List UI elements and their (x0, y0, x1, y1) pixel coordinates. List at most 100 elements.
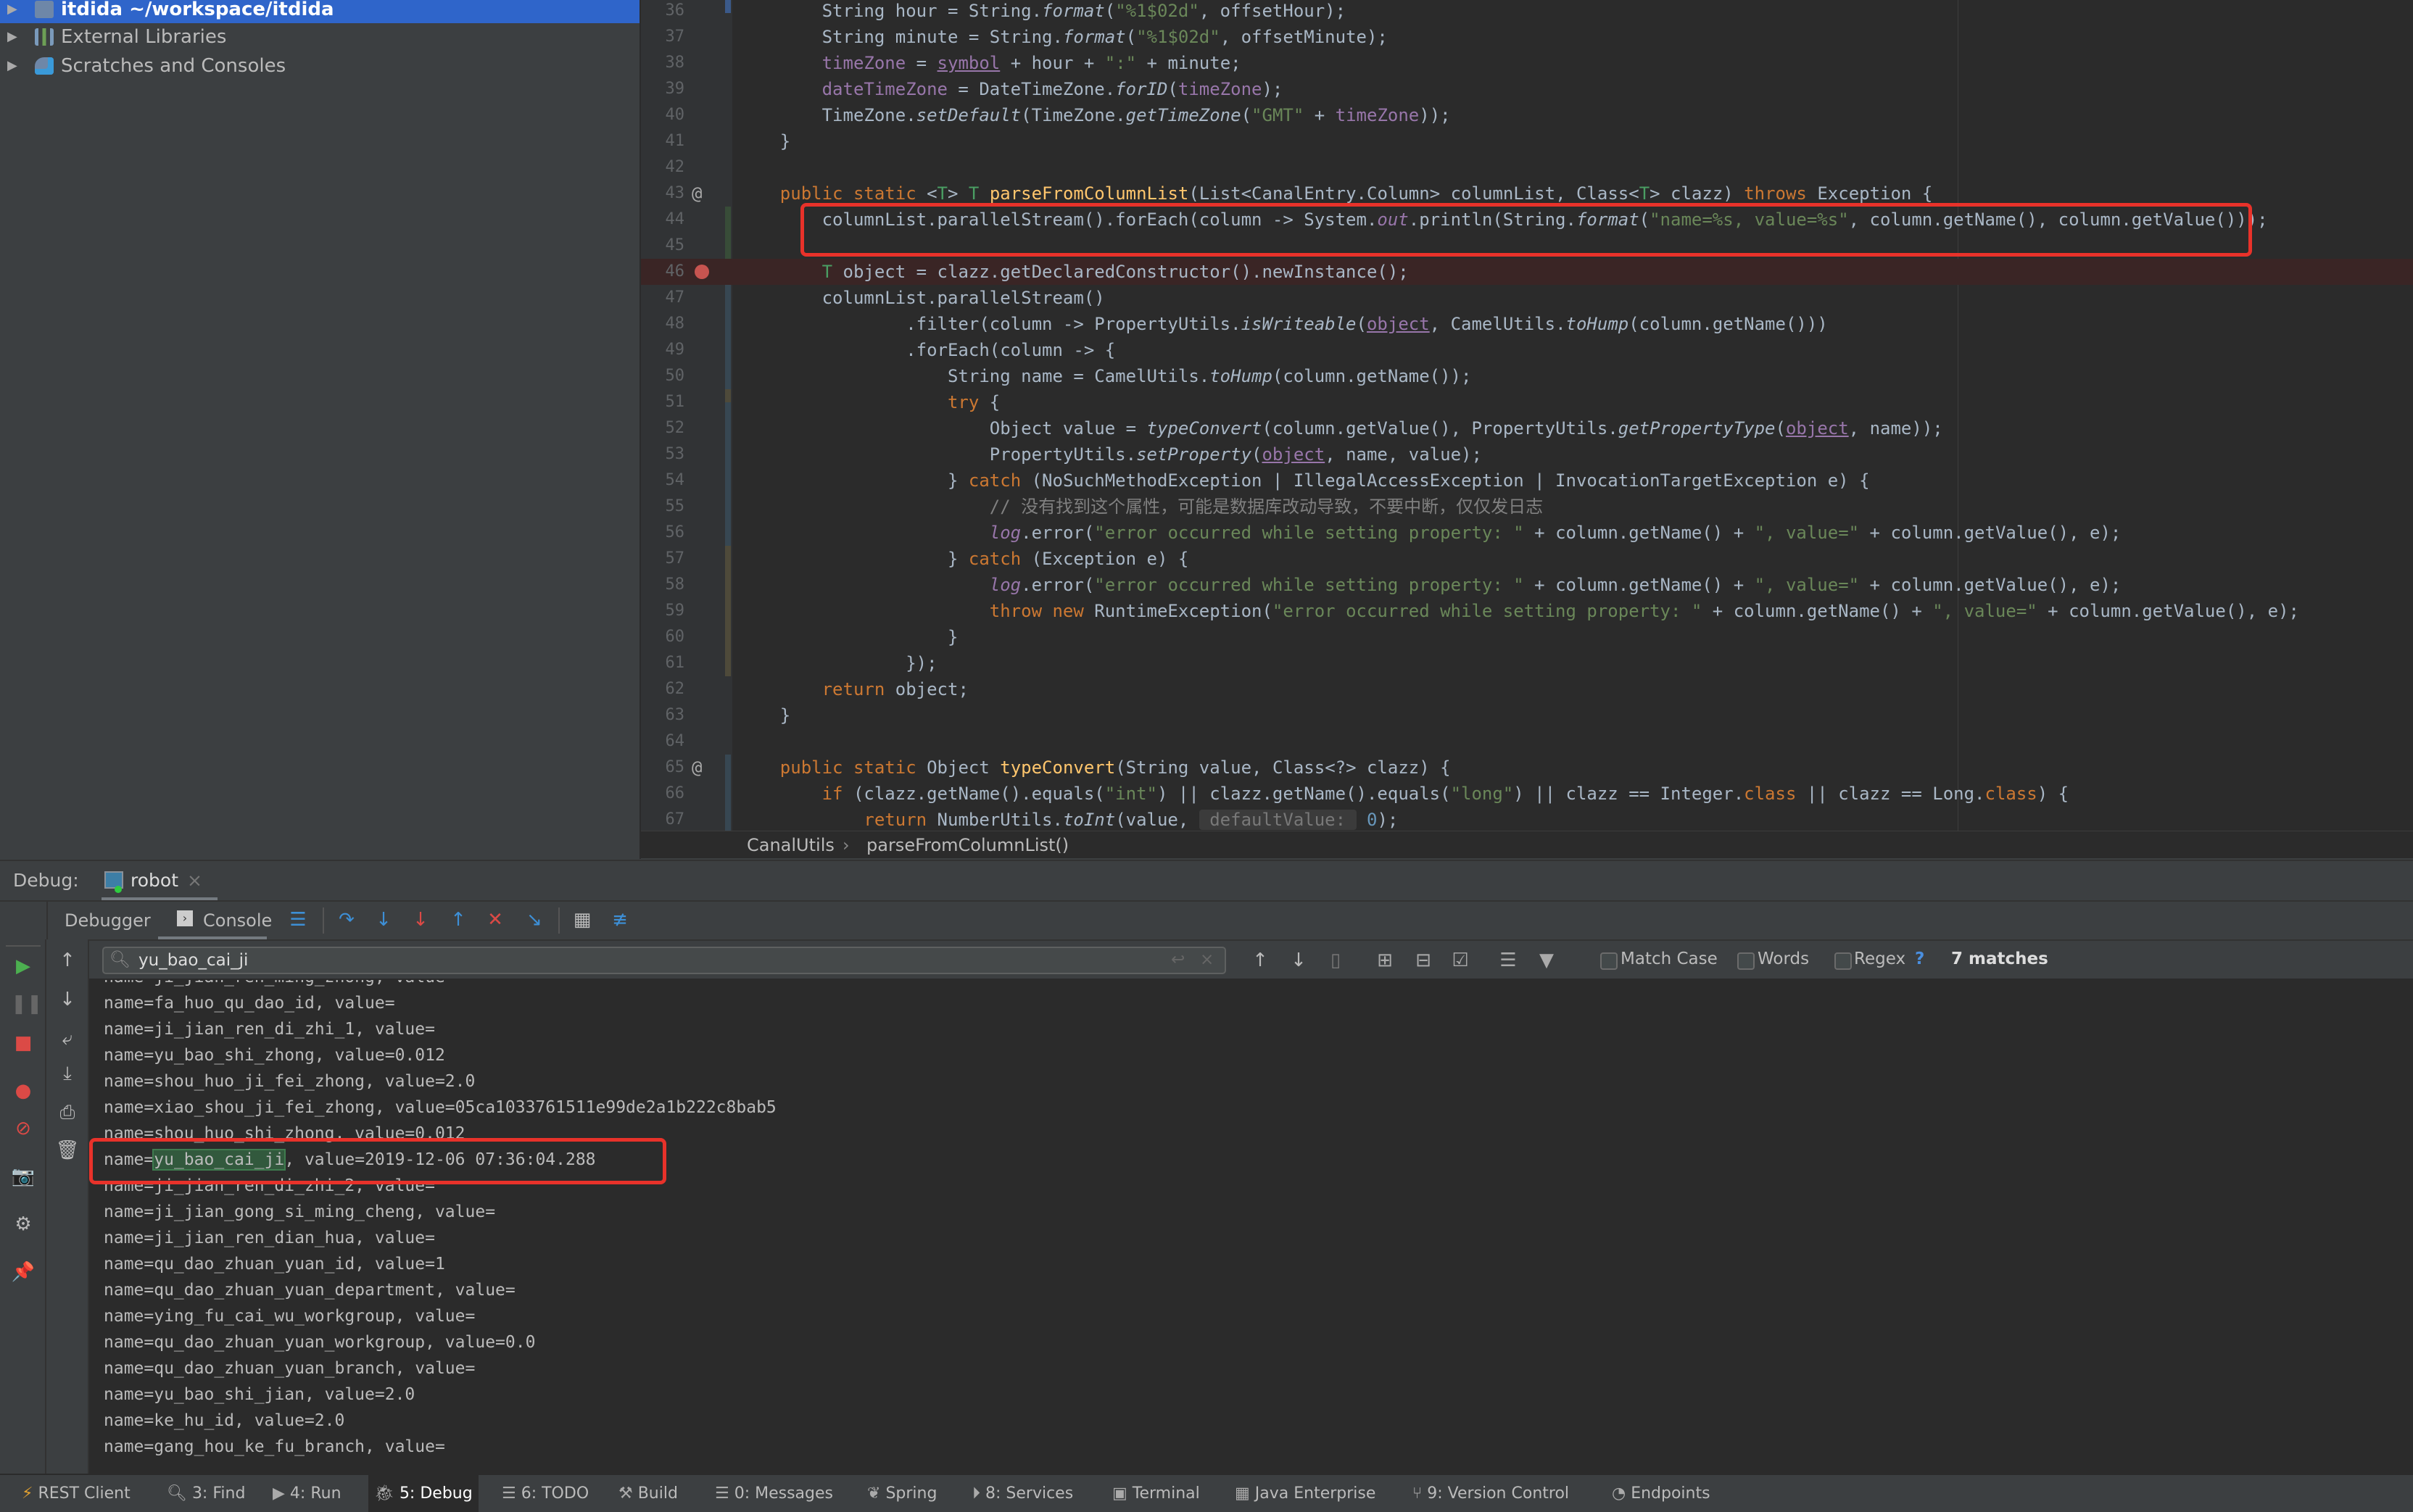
words-checkbox[interactable] (1737, 952, 1755, 970)
tab-console[interactable]: › Console (158, 902, 272, 939)
tree-item-external-libraries[interactable]: ▶ External Libraries (0, 23, 640, 51)
line-number[interactable]: 52 (641, 415, 685, 441)
step-into-icon[interactable]: ↓ (371, 909, 396, 931)
tree-item-scratches[interactable]: ▶ Scratches and Consoles (0, 52, 640, 80)
trace-stream-icon[interactable]: ≢ (608, 909, 632, 931)
override-marker-icon[interactable]: @ (692, 755, 702, 781)
step-out-icon[interactable]: ↑ (446, 909, 471, 931)
evaluate-expression-calculator-icon[interactable]: ▦ (570, 909, 595, 931)
code-line[interactable]: 61 }); (641, 650, 2413, 676)
line-number[interactable]: 44 (641, 207, 685, 233)
add-occurrence-icon[interactable]: ⊞ (1373, 950, 1397, 971)
tool-window-button[interactable]: ▶ 4: Run (267, 1475, 347, 1512)
pause-icon[interactable]: ❚❚ (11, 993, 43, 1015)
code-line[interactable]: 66 if (clazz.getName().equals("int") || … (641, 781, 2413, 807)
code-line[interactable]: 65 @ public static Object typeConvert(Str… (641, 755, 2413, 781)
line-number[interactable]: 60 (641, 624, 685, 650)
code-line[interactable]: 64 (641, 728, 2413, 755)
line-number[interactable]: 59 (641, 598, 685, 624)
regex-label[interactable]: Regex (1854, 950, 1905, 968)
camera-icon[interactable]: 📷 (11, 1166, 36, 1187)
line-number[interactable]: 40 (641, 102, 685, 128)
code-line[interactable]: 67 return NumberUtils.toInt(value, defau… (641, 807, 2413, 831)
line-number[interactable]: 55 (641, 494, 685, 520)
clear-all-trash-icon[interactable]: 🗑 (55, 1139, 80, 1161)
code-line[interactable]: 36 String hour = String.format("%1$02d",… (641, 0, 2413, 24)
line-number[interactable]: 62 (641, 676, 685, 702)
line-number[interactable]: 47 (641, 285, 685, 311)
line-number[interactable]: 65 (641, 755, 685, 781)
tool-window-button[interactable]: ⚡ REST Client (16, 1475, 136, 1512)
console-output[interactable]: name=ji_jian_ren_ming_zhong, value= name=… (89, 980, 2413, 1474)
match-case-label[interactable]: Match Case (1621, 950, 1718, 968)
soft-wrap-icon[interactable]: ⤶ (55, 1028, 80, 1050)
stop-icon[interactable]: ■ (11, 1032, 36, 1054)
line-number[interactable]: 67 (641, 807, 685, 831)
mute-breakpoints-icon[interactable]: ⊘ (11, 1118, 36, 1139)
line-number[interactable]: 53 (641, 441, 685, 468)
step-over-icon[interactable]: ↷ (334, 909, 359, 931)
regex-checkbox[interactable] (1834, 952, 1852, 970)
line-number[interactable]: 42 (641, 154, 685, 180)
tool-window-button[interactable]: ▦ Java Enterprise (1229, 1475, 1381, 1512)
code-line[interactable]: 55 // 没有找到这个属性，可能是数据库改动导致，不要中断，仅仅发日志 (641, 494, 2413, 520)
close-session-icon[interactable]: × (187, 870, 202, 891)
line-number[interactable]: 37 (641, 24, 685, 50)
code-line[interactable]: 40 TimeZone.setDefault(TimeZone.getTimeZ… (641, 102, 2413, 128)
pin-icon[interactable]: 📌 (11, 1261, 36, 1283)
line-number[interactable]: 39 (641, 76, 685, 102)
line-number[interactable]: 54 (641, 468, 685, 494)
view-breakpoints-icon[interactable]: ● (11, 1080, 36, 1102)
line-number[interactable]: 51 (641, 389, 685, 415)
code-line[interactable]: 48 .filter(column -> PropertyUtils.isWri… (641, 311, 2413, 337)
code-line[interactable]: 39 dateTimeZone = DateTimeZone.forID(tim… (641, 76, 2413, 102)
expand-arrow-icon[interactable]: ▶ (7, 23, 17, 51)
line-number[interactable]: 46 (641, 259, 685, 285)
override-marker-icon[interactable]: @ (692, 180, 702, 207)
code-line[interactable]: 47 columnList.parallelStream() (641, 285, 2413, 311)
tab-debugger[interactable]: Debugger (65, 910, 151, 931)
code-line[interactable]: 57 } catch (Exception e) { (641, 546, 2413, 572)
line-number[interactable]: 61 (641, 650, 685, 676)
remove-occurrence-icon[interactable]: ⊟ (1411, 950, 1436, 971)
line-number[interactable]: 49 (641, 337, 685, 363)
tool-window-button[interactable]: ⚒ Build (613, 1475, 684, 1512)
code-line[interactable]: 37 String minute = String.format("%1$02d… (641, 24, 2413, 50)
tool-window-button[interactable]: ☰ 6: TODO (496, 1475, 595, 1512)
next-match-icon[interactable]: ↓ (1286, 950, 1311, 971)
tool-window-button[interactable]: 🐞︎ 5: Debug (368, 1475, 479, 1512)
tool-window-button[interactable]: ◔ Endpoints (1606, 1475, 1716, 1512)
code-line[interactable]: 49 .forEach(column -> { (641, 337, 2413, 363)
code-line[interactable]: 50 String name = CamelUtils.toHump(colum… (641, 363, 2413, 389)
line-number[interactable]: 56 (641, 520, 685, 546)
breakpoint-icon[interactable] (695, 265, 709, 279)
code-editor[interactable]: 36 String hour = String.format("%1$02d",… (641, 0, 2413, 831)
code-line[interactable]: 56 log.error("error occurred while setti… (641, 520, 2413, 546)
select-all-matches-icon[interactable]: ▯ (1323, 950, 1348, 971)
code-line[interactable]: 58 log.error("error occurred while setti… (641, 572, 2413, 598)
arrow-down-icon[interactable]: ↓ (55, 989, 80, 1010)
match-case-checkbox[interactable] (1600, 952, 1618, 970)
print-icon[interactable]: ⎙ (55, 1102, 80, 1123)
code-line[interactable]: 54 } catch (NoSuchMethodException | Ille… (641, 468, 2413, 494)
line-number[interactable]: 43 (641, 180, 685, 207)
words-label[interactable]: Words (1758, 950, 1809, 968)
line-number[interactable]: 36 (641, 0, 685, 24)
funnel-filter-icon[interactable]: ▼ (1534, 950, 1559, 971)
code-line[interactable]: 42 (641, 154, 2413, 180)
code-line[interactable]: 59 throw new RuntimeException("error occ… (641, 598, 2413, 624)
arrow-up-icon[interactable]: ↑ (55, 950, 80, 971)
line-number[interactable]: 58 (641, 572, 685, 598)
tree-item-itdida[interactable]: ▶ itdida ~/workspace/itdida (0, 0, 640, 23)
code-line[interactable]: 41 } (641, 128, 2413, 154)
previous-match-icon[interactable]: ↑ (1248, 950, 1272, 971)
line-number[interactable]: 57 (641, 546, 685, 572)
clear-search-icon[interactable]: × (1200, 950, 1214, 969)
show-execution-point-icon[interactable]: ☰ (286, 909, 310, 931)
line-number[interactable]: 38 (641, 50, 685, 76)
resume-icon[interactable]: ▶ (11, 955, 36, 977)
tool-window-button[interactable]: ☰ 0: Messages (709, 1475, 839, 1512)
expand-arrow-icon[interactable]: ▶ (7, 52, 17, 80)
tool-window-button[interactable]: 🔍︎ 3: Find (161, 1475, 251, 1512)
line-number[interactable]: 64 (641, 728, 685, 755)
